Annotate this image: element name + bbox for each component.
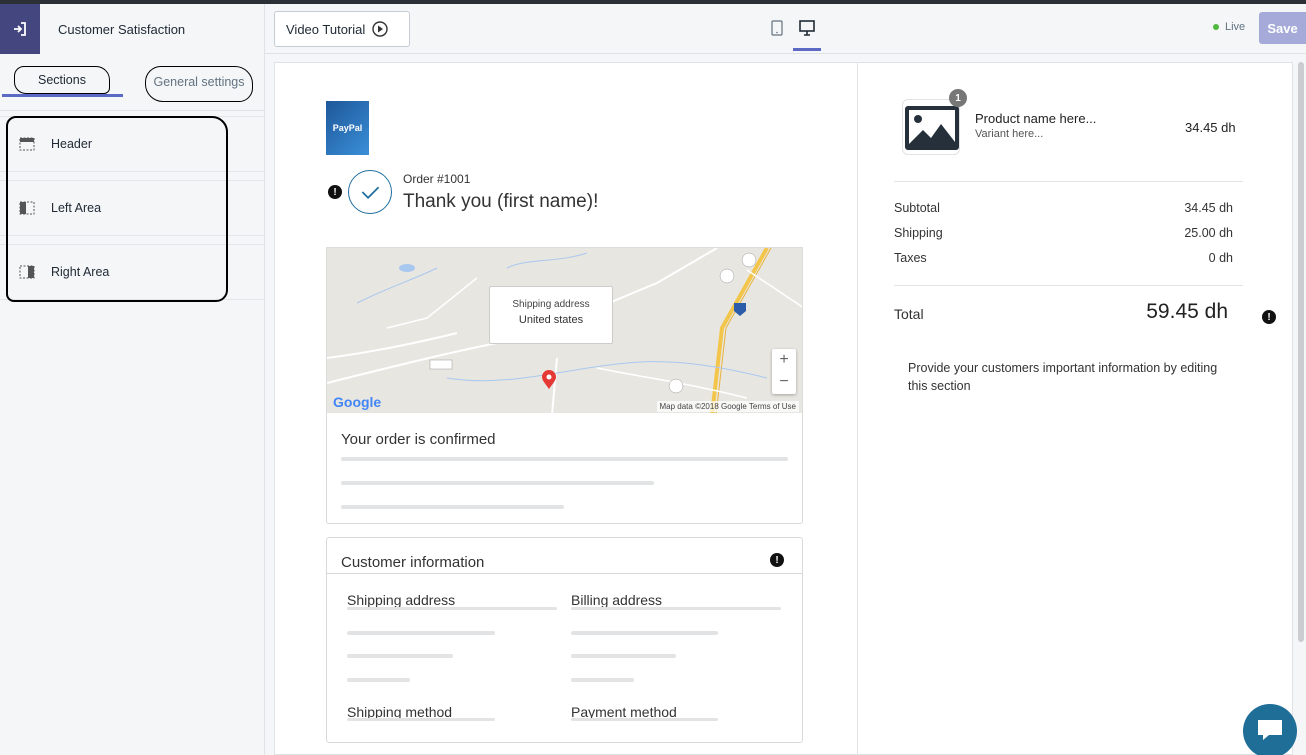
- sidebar: Customer Satisfaction Sections General s…: [0, 4, 265, 755]
- google-logo: Google: [333, 394, 382, 410]
- chat-button[interactable]: [1243, 704, 1297, 755]
- play-icon: [372, 21, 388, 37]
- section-item-header[interactable]: Header: [0, 116, 264, 172]
- preview-right-area[interactable]: 1 Product name here... Variant here... 3…: [859, 63, 1292, 755]
- placeholder-line: [571, 678, 634, 682]
- active-device-indicator: [793, 48, 821, 51]
- exit-icon: [14, 22, 26, 36]
- customer-information-title: Customer information: [341, 554, 485, 571]
- quantity-badge: 1: [949, 89, 967, 107]
- video-tutorial-label: Video Tutorial: [286, 21, 366, 37]
- section-label: Left Area: [51, 201, 102, 215]
- subtotal-value: 34.45 dh: [1184, 201, 1233, 215]
- additional-info-text: Provide your customers important informa…: [908, 361, 1218, 393]
- check-circle-icon: [348, 170, 392, 214]
- divider: [894, 285, 1243, 286]
- section-label: Header: [51, 137, 92, 151]
- map-popup: Shipping address United states: [489, 286, 613, 344]
- placeholder-line: [571, 654, 676, 658]
- placeholder-line: [347, 718, 495, 721]
- map-credits[interactable]: Map data ©2018 Google Terms of Use: [656, 401, 799, 412]
- placeholder-line: [341, 457, 788, 461]
- image-placeholder-icon: [905, 106, 959, 150]
- sidebar-tabs: Sections General settings: [0, 60, 264, 102]
- section-item-right-area[interactable]: Right Area: [0, 244, 264, 300]
- shipping-address-label: Shipping address: [347, 592, 456, 608]
- logo-text: PayPal: [332, 123, 363, 133]
- active-tab-indicator: [2, 94, 123, 97]
- divider: [894, 181, 1243, 182]
- left-area-layout-icon: [19, 201, 35, 215]
- top-bar: Video Tutorial Live Save: [265, 4, 1306, 54]
- alert-icon[interactable]: !: [770, 553, 784, 567]
- header-layout-icon: [19, 137, 35, 151]
- divider: [327, 573, 802, 574]
- exit-button[interactable]: [0, 4, 40, 54]
- desktop-preview-button[interactable]: [795, 18, 819, 40]
- scrollbar[interactable]: [1298, 62, 1304, 642]
- live-dot-icon: [1213, 24, 1219, 30]
- taxes-value: 0 dh: [1208, 251, 1233, 265]
- shipping-value: 25.00 dh: [1184, 226, 1233, 240]
- map-popup-value: United states: [518, 314, 584, 326]
- save-button[interactable]: Save: [1259, 12, 1306, 44]
- tab-general-settings[interactable]: General settings: [145, 66, 253, 102]
- live-label: Live: [1225, 21, 1246, 33]
- chat-icon: [1258, 720, 1282, 740]
- alert-icon[interactable]: !: [328, 185, 342, 199]
- app-title: Customer Satisfaction: [58, 22, 186, 37]
- placeholder-line: [347, 678, 410, 682]
- placeholder-line: [341, 505, 564, 509]
- store-logo: PayPal: [326, 101, 369, 155]
- placeholder-line: [571, 631, 718, 635]
- tab-sections[interactable]: Sections: [14, 66, 110, 94]
- shipping-label: Shipping: [894, 226, 943, 240]
- product-price: 34.45 dh: [1185, 120, 1236, 135]
- product-thumbnail: [902, 99, 960, 155]
- map-zoom-control: + −: [772, 349, 796, 394]
- thank-you-heading: Thank you (first name)!: [403, 191, 599, 212]
- subtotal-label: Subtotal: [894, 201, 940, 215]
- order-confirmed-card: Your order is confirmed: [326, 413, 803, 524]
- total-label: Total: [894, 306, 924, 322]
- total-value: 59.45 dh: [1146, 300, 1228, 323]
- order-number: Order #1001: [403, 172, 471, 186]
- live-status: Live: [1213, 21, 1245, 33]
- order-confirmed-title: Your order is confirmed: [341, 431, 496, 448]
- placeholder-line: [347, 631, 495, 635]
- placeholder-line: [341, 481, 654, 485]
- product-name: Product name here...: [975, 111, 1097, 126]
- shipping-map[interactable]: Shipping address United states + − Googl…: [326, 247, 803, 414]
- mobile-icon: [771, 20, 783, 36]
- video-tutorial-button[interactable]: Video Tutorial: [274, 11, 410, 47]
- section-label: Right Area: [51, 265, 110, 279]
- placeholder-line: [347, 607, 557, 610]
- placeholder-line: [571, 718, 718, 721]
- preview-canvas: PayPal ! Order #1001 Thank you (first na…: [274, 62, 1293, 755]
- placeholder-line: [571, 607, 781, 610]
- product-variant: Variant here...: [975, 128, 1044, 140]
- alert-icon[interactable]: !: [1262, 310, 1276, 324]
- zoom-in-button[interactable]: +: [772, 349, 796, 371]
- desktop-icon: [799, 20, 815, 36]
- divider: [0, 110, 264, 111]
- right-area-layout-icon: [19, 265, 35, 279]
- billing-address-label: Billing address: [571, 592, 663, 608]
- map-popup-title: Shipping address: [512, 299, 590, 310]
- mobile-preview-button[interactable]: [765, 18, 789, 40]
- customer-information-card: Customer information ! Shipping address …: [326, 537, 803, 743]
- preview-left-area[interactable]: PayPal ! Order #1001 Thank you (first na…: [275, 63, 858, 755]
- taxes-label: Taxes: [894, 251, 927, 265]
- section-item-left-area[interactable]: Left Area: [0, 180, 264, 236]
- zoom-out-button[interactable]: −: [772, 371, 796, 393]
- map-pin-icon[interactable]: [541, 370, 557, 390]
- placeholder-line: [347, 654, 453, 658]
